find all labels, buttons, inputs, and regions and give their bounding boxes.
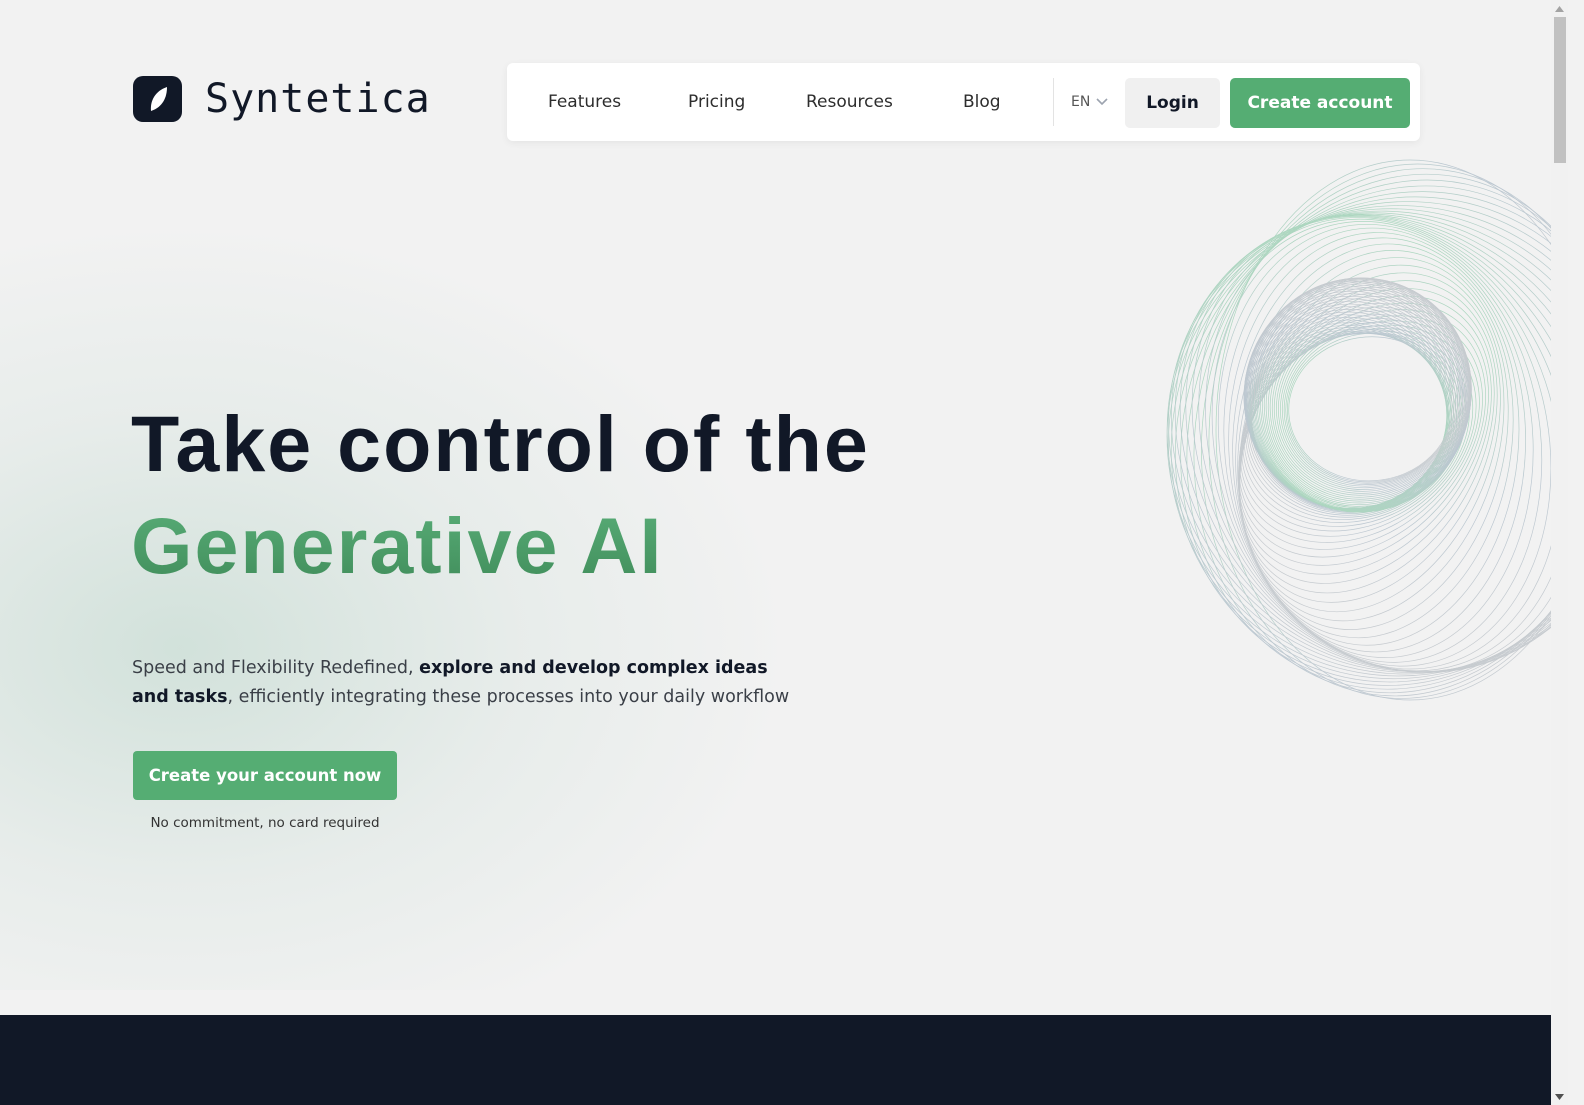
spiral-strokes [1166,159,1567,701]
create-account-button[interactable]: Create account [1230,78,1410,128]
arrow-up-icon[interactable] [1551,0,1568,17]
brand-logo[interactable]: Syntetica [133,76,431,122]
spiral-ring [1238,288,1495,594]
page-scrollbar[interactable] [1551,0,1568,1105]
landing-page: Syntetica Features Pricing Resources Blo… [0,0,1567,1105]
language-selector[interactable]: EN [1071,63,1108,141]
top-navigation: Features Pricing Resources Blog EN Login… [507,63,1420,141]
nav-link-pricing[interactable]: Pricing [688,63,745,141]
arrow-down-icon[interactable] [1551,1088,1568,1105]
hero-title-line-1: Take control of the [131,399,870,488]
chevron-down-icon [1096,98,1108,106]
hero-subtitle-text-2: , efficiently integrating these processe… [227,687,790,707]
create-your-account-now-button[interactable]: Create your account now [133,751,397,800]
spiral-ring [1198,217,1567,673]
hero-title: Take control of the Generative AI [131,393,870,597]
spiral-ring [1174,191,1567,683]
leaf-icon [133,76,182,122]
brand-name: Syntetica [205,76,431,122]
spiral-ring [1174,213,1567,673]
cta-note: No commitment, no card required [150,815,380,831]
next-section-dark [0,1015,1551,1105]
nav-divider [1053,78,1054,126]
hero-title-line-2: Generative AI [131,495,870,597]
hero-subtitle: Speed and Flexibility Redefined, explore… [132,654,792,712]
hero-subtitle-text-1: Speed and Flexibility Redefined, [132,658,420,678]
background-glow [0,230,780,990]
spiral-ring [1205,218,1567,672]
spiral-ring [1193,173,1567,694]
nav-link-features[interactable]: Features [548,63,621,141]
nav-link-blog[interactable]: Blog [963,63,1001,141]
nav-link-resources[interactable]: Resources [806,63,893,141]
language-value: EN [1071,94,1091,110]
scrollbar-thumb[interactable] [1554,17,1566,163]
window-edge [1568,0,1584,1105]
login-button[interactable]: Login [1125,78,1220,128]
